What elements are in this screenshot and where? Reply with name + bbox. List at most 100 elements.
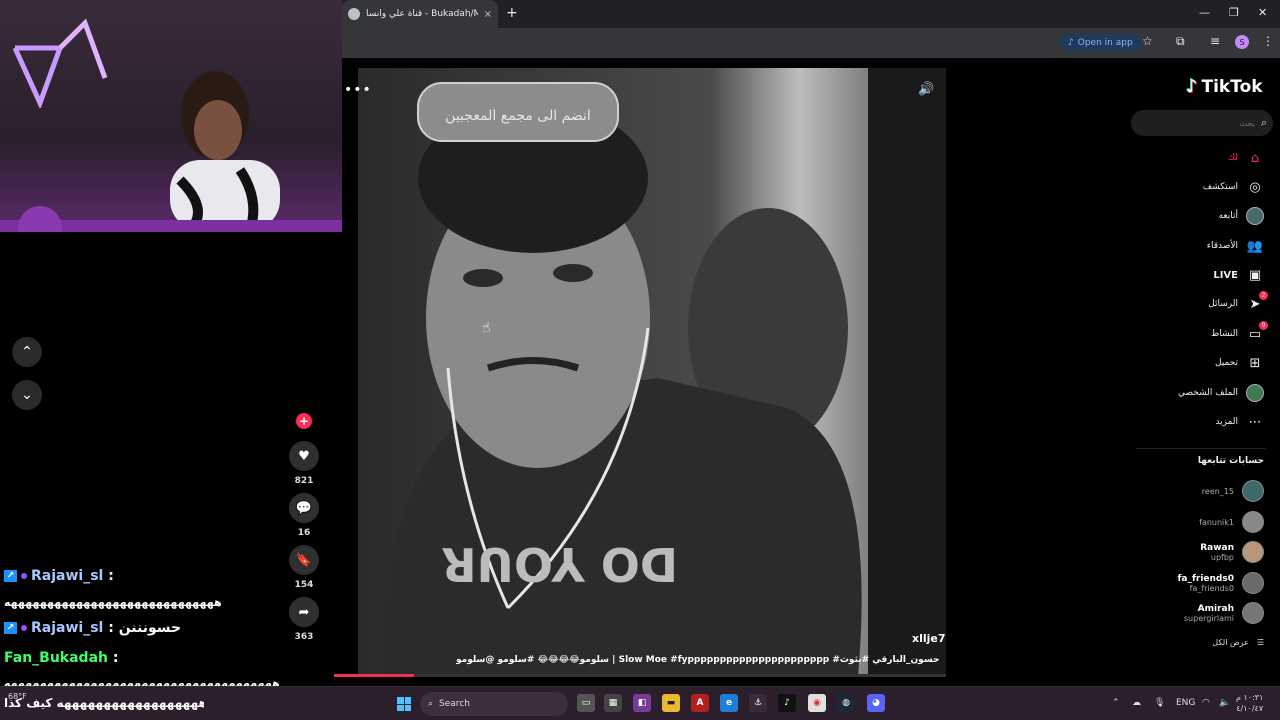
activity-badge: 9 <box>1259 321 1268 330</box>
following-icon <box>1246 207 1264 225</box>
avatar <box>1242 572 1264 594</box>
more-options-icon[interactable]: ••• <box>344 82 372 98</box>
search-input[interactable] <box>1154 118 1255 128</box>
tiktok-app-icon[interactable]: ♪ <box>778 694 796 712</box>
app-icon[interactable]: ◧ <box>633 694 651 712</box>
next-video-button[interactable]: ⌄ <box>12 380 42 410</box>
nav-activity[interactable]: النشاط ▭ 9 <box>1210 321 1268 343</box>
following-account[interactable]: fanunik1 <box>1199 511 1264 533</box>
store-icon[interactable]: ▦ <box>604 694 622 712</box>
following-account[interactable]: fa_friends0 fa_friends0 <box>1177 572 1264 594</box>
search-icon[interactable]: ⌕ <box>1261 116 1267 130</box>
anchor-app-icon[interactable]: ⚓ <box>749 694 767 712</box>
steam-icon[interactable]: ◍ <box>837 694 855 712</box>
file-explorer-icon[interactable]: ▬ <box>662 694 680 712</box>
like-button[interactable]: ♥ <box>289 441 319 471</box>
chat-username: Rajawi_sl <box>31 568 104 584</box>
sound-icon[interactable]: 🔊 <box>918 82 934 97</box>
tab-title: قناة علي وانسا - Bukadah/M3tz <box>366 9 478 19</box>
discord-icon[interactable]: ◕ <box>867 694 885 712</box>
chat-message: ههههههههههههههههههه كيف كذا <box>4 696 204 710</box>
close-window-icon[interactable]: ✕ <box>1258 6 1267 19</box>
close-icon[interactable]: × <box>484 9 492 20</box>
microphone-icon[interactable]: 🎙 <box>1154 698 1165 708</box>
video-player[interactable]: انضم الى مجمع المعجبين DO YOUR <box>358 68 946 676</box>
open-in-app-button[interactable]: ♪ Open in app <box>1060 34 1141 51</box>
share-button[interactable]: ➦ <box>289 597 319 627</box>
browser-tab[interactable]: قناة علي وانسا - Bukadah/M3tz × <box>342 0 498 28</box>
nav-label: الملف الشخصي <box>1178 388 1238 398</box>
nav-label: المزيد <box>1215 417 1238 427</box>
tray-app-icon[interactable]: ☁ <box>1132 698 1141 708</box>
start-button[interactable] <box>397 697 411 711</box>
list-icon: ☰ <box>1256 638 1264 647</box>
follow-button[interactable]: + <box>296 413 312 429</box>
open-in-app-label: Open in app <box>1077 37 1133 48</box>
edge-icon[interactable]: e <box>720 694 738 712</box>
tray-chevron-icon[interactable]: ⌃ <box>1112 698 1120 708</box>
chat-line: ↗ Rajawi_sl : حسونننن <box>4 620 181 636</box>
compass-icon: ◎ <box>1249 179 1261 195</box>
video-frame: انضم الى مجمع المعجبين DO YOUR <box>358 68 946 676</box>
task-view-icon[interactable]: ▭ <box>577 694 595 712</box>
tiktok-logo[interactable]: ♪ TikTok <box>1186 76 1263 97</box>
nav-profile[interactable]: الملف الشخصي <box>1178 384 1264 402</box>
language-indicator[interactable]: ENG <box>1176 698 1195 708</box>
profile-icon <box>1246 384 1264 402</box>
sidebar-divider <box>1136 448 1266 449</box>
weather-widget[interactable]: 68°F <box>8 692 27 701</box>
chat-badge-icon: ↗ <box>4 622 17 634</box>
video-author[interactable]: xllje7 <box>912 632 946 645</box>
chrome-icon[interactable]: ◉ <box>808 694 826 712</box>
nav-upload[interactable]: تحميل ⊞ <box>1215 354 1264 372</box>
neon-light-decoration <box>12 18 108 108</box>
following-account[interactable]: Rawan upfbp <box>1200 541 1264 563</box>
chat-separator: : <box>108 650 119 666</box>
minimize-icon[interactable]: — <box>1199 6 1210 19</box>
adobe-icon[interactable]: A <box>691 694 709 712</box>
nav-live[interactable]: LIVE ▣ <box>1213 266 1264 284</box>
nav-messages[interactable]: الرسائل ➤ 2 <box>1208 291 1268 313</box>
see-all-button[interactable]: عرض الكل ☰ <box>1212 638 1264 647</box>
previous-video-button[interactable]: ⌃ <box>12 337 42 367</box>
messages-badge: 2 <box>1259 291 1268 300</box>
account-handle: supergirlami <box>1183 613 1234 623</box>
media-control-icon[interactable]: ≡ <box>1210 34 1220 48</box>
chat-username: Rajawi_sl <box>31 620 104 636</box>
nav-label: الرسائل <box>1208 299 1238 309</box>
new-tab-button[interactable]: + <box>506 5 518 21</box>
wifi-icon[interactable]: ◠ <box>1202 698 1210 708</box>
extensions-icon[interactable]: ⧉ <box>1176 34 1185 49</box>
nav-friends[interactable]: الأصدقاء 👥 <box>1207 237 1264 255</box>
messages-icon: ➤ 2 <box>1246 291 1268 313</box>
nav-following[interactable]: أتابعه <box>1219 207 1264 225</box>
video-caption: سلومو😂😂😂😂 #سلومو @سلومو | Slow Moe #fypp… <box>456 655 942 665</box>
account-handle: fa_friends0 <box>1189 583 1234 593</box>
nav-explore[interactable]: استكشف ◎ <box>1203 178 1264 196</box>
bookmark-icon: 🔖 <box>295 552 313 568</box>
comment-icon: 💬 <box>295 500 313 516</box>
chat-message: هههههههههههههههههههههههههههههه <box>4 596 223 609</box>
following-account[interactable]: reen_15 <box>1202 480 1264 502</box>
see-all-label: عرض الكل <box>1212 638 1249 647</box>
hat-text: انضم الى مجمع المعجبين <box>445 108 591 124</box>
menu-kebab-icon[interactable]: ⋮ <box>1262 34 1274 48</box>
save-button[interactable]: 🔖 <box>289 545 319 575</box>
live-icon: ▣ <box>1248 267 1262 283</box>
following-account[interactable]: Amirah supergirlami <box>1184 602 1264 624</box>
volume-icon[interactable]: 🔈 <box>1219 698 1230 708</box>
nav-label: النشاط <box>1210 329 1238 339</box>
star-icon[interactable]: ☆ <box>1142 34 1153 48</box>
nav-for-you[interactable]: لك ⌂ <box>1228 149 1264 167</box>
restore-icon[interactable]: ❐ <box>1229 6 1239 19</box>
system-clock[interactable]: ١٠:٣١ م ٤/١٠/٤٧ <box>1236 692 1263 714</box>
video-progress-bar[interactable] <box>334 674 946 677</box>
taskbar-search[interactable]: ⌕ Search <box>420 692 568 716</box>
heart-icon: ♥ <box>298 448 310 464</box>
friends-icon: 👥 <box>1246 238 1264 254</box>
search-box[interactable]: ⌕ <box>1131 110 1273 136</box>
nav-more[interactable]: المزيد ⋯ <box>1215 413 1264 431</box>
profile-avatar[interactable]: S <box>1235 35 1249 49</box>
hand-cursor-icon: ☝ <box>482 320 491 336</box>
comment-button[interactable]: 💬 <box>289 493 319 523</box>
